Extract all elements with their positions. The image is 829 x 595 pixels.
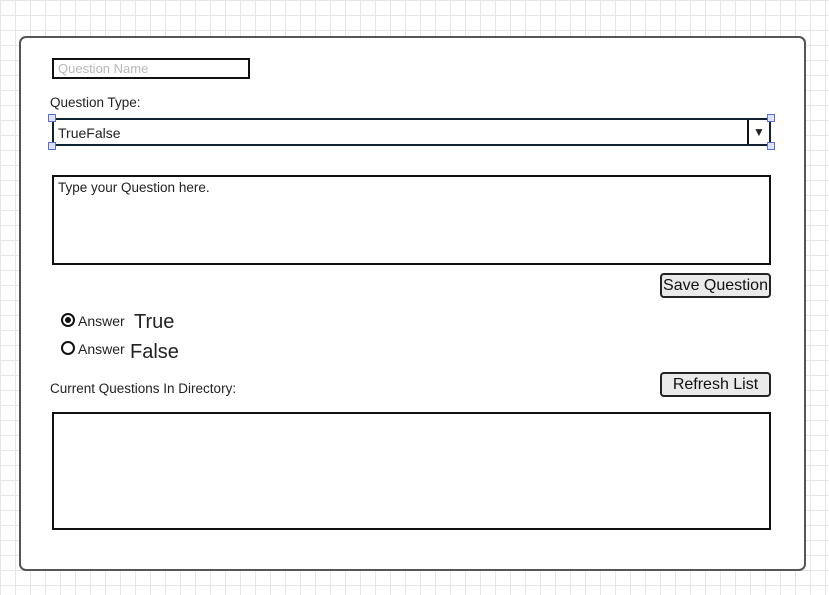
answer-false-prefix: Answer bbox=[78, 341, 125, 357]
selection-handle[interactable] bbox=[48, 142, 56, 150]
questions-directory-list[interactable] bbox=[52, 412, 771, 530]
question-text-input[interactable] bbox=[52, 175, 771, 265]
question-editor-panel: Question Type: TrueFalse ▼ Save Question… bbox=[19, 36, 806, 571]
answer-true-radio[interactable] bbox=[61, 313, 75, 327]
save-question-button[interactable]: Save Question bbox=[660, 273, 771, 298]
question-type-label: Question Type: bbox=[50, 95, 141, 110]
answer-true-prefix: Answer bbox=[78, 313, 125, 329]
question-type-select[interactable]: TrueFalse ▼ bbox=[52, 118, 771, 146]
directory-label: Current Questions In Directory: bbox=[50, 381, 237, 396]
question-name-input[interactable] bbox=[52, 58, 250, 79]
refresh-list-button[interactable]: Refresh List bbox=[660, 372, 771, 397]
selection-handle[interactable] bbox=[48, 114, 56, 122]
selection-handle[interactable] bbox=[767, 142, 775, 150]
answer-true-value: True bbox=[134, 311, 175, 333]
question-type-value: TrueFalse bbox=[58, 125, 121, 141]
chevron-down-icon[interactable]: ▼ bbox=[747, 120, 769, 144]
answer-false-radio[interactable] bbox=[61, 341, 75, 355]
answer-false-value: False bbox=[130, 341, 179, 363]
selection-handle[interactable] bbox=[767, 114, 775, 122]
